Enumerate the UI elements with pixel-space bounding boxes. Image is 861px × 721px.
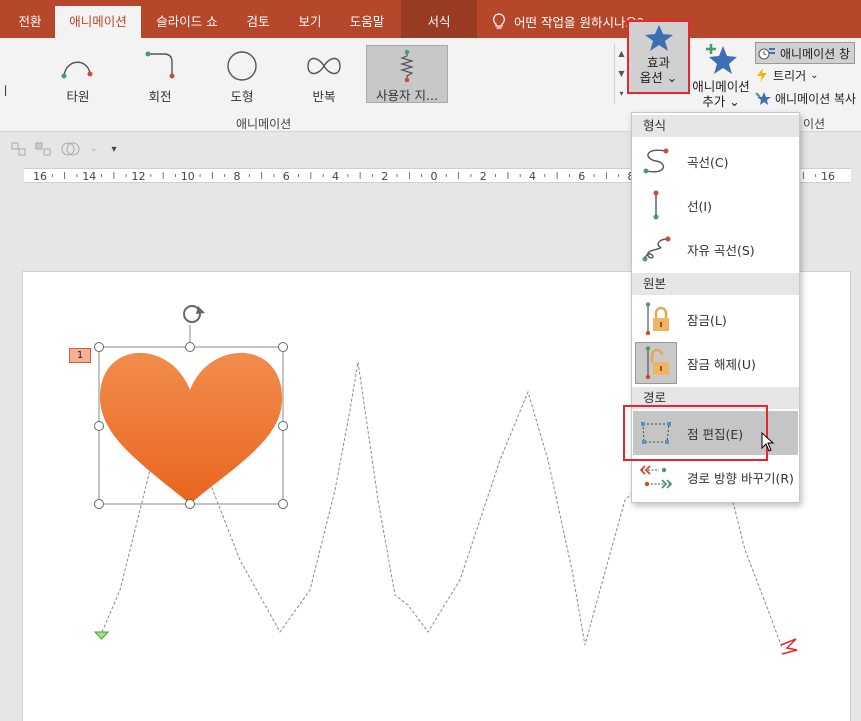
menu-item-reverse-path-label: 경로 방향 바꾸기(R) [687,470,794,486]
heart-shape[interactable] [99,352,283,504]
animation-number-tag[interactable]: 1 [69,348,91,363]
menu-item-curve-label: 곡선(C) [687,154,729,170]
rotate-handle-icon[interactable] [183,305,205,323]
path-start-marker [93,631,110,640]
lock-icon [645,302,669,336]
menu-item-freeform-label: 자유 곡선(S) [687,242,755,258]
menu-header-path: 경로 [632,387,799,409]
menu-item-line[interactable]: 선(I) [633,183,798,227]
menu-item-unlock[interactable]: 잠금 해제(U) [633,341,798,385]
menu-header-origin: 원본 [632,273,799,295]
menu-item-edit-points-label: 점 편집(E) [687,426,744,442]
path-end-marker [780,638,798,655]
unlock-icon [645,346,669,380]
mouse-cursor-icon [761,432,775,452]
menu-item-line-label: 선(I) [687,198,712,214]
menu-header-type: 형식 [632,115,799,137]
menu-item-reverse-path[interactable]: 경로 방향 바꾸기(R) [633,455,798,499]
edit-points-icon [641,422,671,444]
reverse-path-icon [639,465,673,489]
freeform-path-icon [642,236,671,262]
line-path-icon [653,190,659,220]
menu-item-freeform[interactable]: 자유 곡선(S) [633,227,798,271]
menu-item-unlock-label: 잠금 해제(U) [687,356,756,372]
menu-item-lock-label: 잠금(L) [687,312,727,328]
curve-path-icon [643,148,669,174]
menu-item-lock[interactable]: 잠금(L) [633,297,798,341]
menu-item-curve[interactable]: 곡선(C) [633,139,798,183]
